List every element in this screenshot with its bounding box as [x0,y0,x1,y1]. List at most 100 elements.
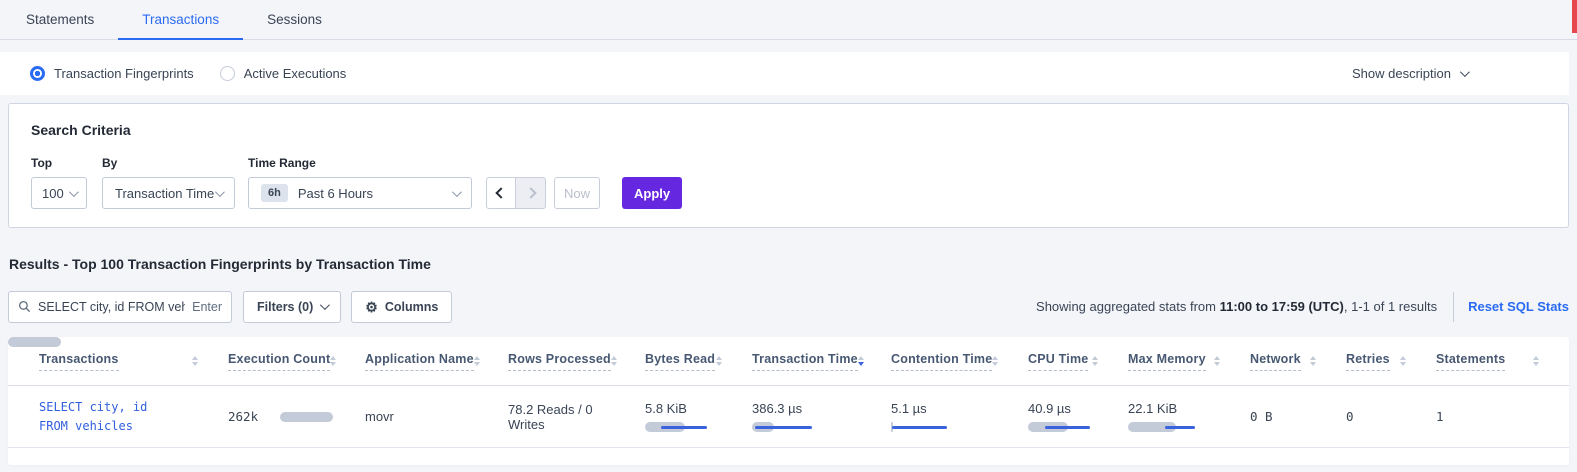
sort-icon[interactable] [1214,356,1220,366]
view-toggle-bar: Transaction Fingerprints Active Executio… [0,52,1569,95]
transaction-time-bar [752,422,824,432]
reset-sql-stats-link[interactable]: Reset SQL Stats [1468,299,1569,314]
search-input[interactable] [38,300,185,314]
vertical-divider [1453,292,1454,322]
apply-button[interactable]: Apply [622,177,682,209]
contention-time-bar [891,422,963,432]
tab-statements[interactable]: Statements [2,0,118,39]
results-table: Transactions Execution Count Application… [8,337,1569,465]
sort-icon[interactable] [716,356,722,366]
execution-count-cell: 262k [228,409,365,424]
column-header-bytes-read[interactable]: Bytes Read [645,352,752,371]
tab-transactions[interactable]: Transactions [118,0,243,39]
search-icon [18,300,31,313]
cpu-time-cell: 40.9 µs [1028,401,1128,432]
transaction-query-link[interactable]: SELECT city, id FROM vehicles [39,398,199,436]
time-range-label: Time Range [248,156,486,170]
sort-icon[interactable] [992,356,998,366]
transaction-time-cell: 386.3 µs [752,401,891,432]
column-header-network[interactable]: Network [1250,352,1346,371]
network-cell: 0 B [1250,409,1346,424]
scroll-indicator [1572,0,1577,33]
chevron-down-icon [69,187,79,197]
show-description-toggle[interactable]: Show description [1352,66,1539,81]
time-range-badge: 6h [261,184,288,202]
bytes-read-bar [645,422,717,432]
column-header-application-name[interactable]: Application Name [365,352,508,371]
radio-active-executions[interactable]: Active Executions [220,66,347,81]
radio-label: Active Executions [244,66,347,81]
sort-icon[interactable] [611,356,617,366]
chevron-down-icon [215,187,225,197]
by-select-value: Transaction Time [115,186,214,201]
contention-time-cell: 5.1 µs [891,401,1028,432]
top-select[interactable]: 100 [31,177,87,209]
columns-label: Columns [385,300,438,314]
radio-transaction-fingerprints[interactable]: Transaction Fingerprints [30,66,194,81]
rows-processed-cell: 78.2 Reads / 0 Writes [508,402,645,432]
radio-selected-icon [30,66,45,81]
sort-icon[interactable] [1310,356,1316,366]
chevron-down-icon [452,187,462,197]
sort-icon[interactable] [474,356,480,366]
now-button[interactable]: Now [554,177,600,209]
table-row: SELECT city, id FROM vehicles 262k movr … [8,386,1569,448]
column-header-retries[interactable]: Retries [1346,352,1436,371]
page-tabs: Statements Transactions Sessions [0,0,1577,40]
column-header-statements[interactable]: Statements [1436,352,1569,371]
application-name-cell: movr [365,409,508,424]
next-time-button[interactable] [516,177,546,209]
filters-label: Filters (0) [257,300,313,314]
gear-icon: ⚙ [365,300,378,314]
sort-desc-icon[interactable] [858,356,864,366]
search-criteria-card: Search Criteria Top 100 By Transaction T… [8,103,1569,228]
top-field: Top 100 [31,156,102,209]
column-header-contention-time[interactable]: Contention Time [891,352,1028,371]
stats-area: Showing aggregated stats from 11:00 to 1… [1036,292,1569,322]
execution-count-bar [280,412,333,422]
sort-icon[interactable] [192,356,198,366]
top-label: Top [31,156,102,170]
chevron-down-icon [320,300,330,310]
filters-button[interactable]: Filters (0) [243,291,341,323]
previous-time-button[interactable] [486,177,516,209]
bytes-read-cell: 5.8 KiB [645,401,752,432]
top-select-value: 100 [42,186,64,201]
chevron-left-icon [495,187,506,198]
tab-sessions[interactable]: Sessions [243,0,346,39]
sort-icon[interactable] [1533,356,1539,366]
columns-button[interactable]: ⚙ Columns [351,291,452,323]
by-select[interactable]: Transaction Time [102,177,235,209]
column-header-transaction-time[interactable]: Transaction Time [752,352,891,371]
by-label: By [102,156,248,170]
max-memory-cell: 22.1 KiB [1128,401,1250,432]
search-criteria-controls: Top 100 By Transaction Time Time Range 6… [31,156,682,209]
column-header-execution-count[interactable]: Execution Count [228,352,365,371]
column-header-cpu-time[interactable]: CPU Time [1028,352,1128,371]
time-range-field: Time Range 6h Past 6 Hours [248,156,486,209]
results-heading: Results - Top 100 Transaction Fingerprin… [9,256,431,272]
column-header-rows-processed[interactable]: Rows Processed [508,352,645,371]
aggregated-stats-text: Showing aggregated stats from 11:00 to 1… [1036,299,1437,314]
search-box[interactable]: Enter [8,291,232,323]
retries-cell: 0 [1346,409,1436,424]
search-criteria-title: Search Criteria [31,122,131,138]
column-header-transactions[interactable]: Transactions [39,352,228,371]
results-toolbar: Enter Filters (0) ⚙ Columns Showing aggr… [8,290,1569,323]
sort-icon[interactable] [1400,356,1406,366]
max-memory-bar [1128,422,1200,432]
time-nav-group [486,177,546,209]
radio-unselected-icon [220,66,235,81]
enter-hint: Enter [192,300,222,314]
cpu-time-bar [1028,422,1100,432]
by-field: By Transaction Time [102,156,248,209]
chevron-down-icon [1460,67,1470,77]
statements-cell: 1 [1436,409,1569,424]
sort-icon[interactable] [1092,356,1098,366]
column-header-max-memory[interactable]: Max Memory [1128,352,1250,371]
sort-icon[interactable] [330,356,336,366]
table-header-row: Transactions Execution Count Application… [8,337,1569,386]
time-range-select[interactable]: 6h Past 6 Hours [248,177,472,209]
chevron-right-icon [525,187,536,198]
time-range-value: Past 6 Hours [298,186,373,201]
